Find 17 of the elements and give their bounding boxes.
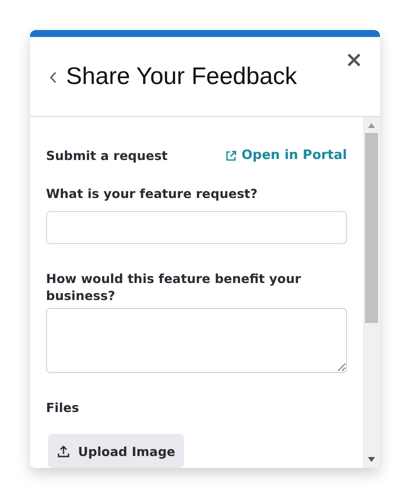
external-link-icon — [225, 150, 238, 162]
back-icon[interactable] — [49, 71, 57, 84]
input-field[interactable] — [46, 211, 347, 244]
upload-image-button[interactable]: Upload Image — [48, 434, 184, 468]
open-in-portal-link[interactable]: Open in Portal — [225, 148, 347, 163]
scroll-down-icon[interactable] — [368, 457, 375, 462]
close-icon[interactable] — [347, 53, 361, 67]
form-heading: Submit a request — [46, 148, 168, 163]
upload-icon — [57, 444, 70, 458]
dialog-title: Share Your Feedback — [66, 62, 297, 90]
field-label: What is your feature request? — [46, 185, 259, 202]
field-label: How would this feature benefit your business? — [46, 270, 302, 304]
text-area[interactable] — [46, 308, 347, 373]
scroll-up-icon[interactable] — [368, 123, 375, 128]
files-label: Files — [46, 399, 80, 416]
scroll-thumb[interactable] — [365, 133, 378, 323]
scrollbar[interactable] — [363, 117, 380, 468]
